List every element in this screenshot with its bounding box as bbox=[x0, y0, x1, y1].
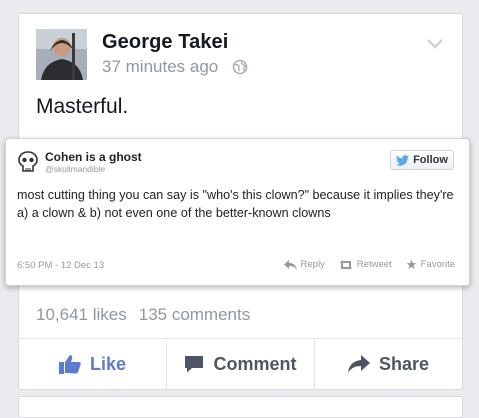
retweet-label: Retweet bbox=[356, 259, 392, 270]
share-label: Share bbox=[378, 353, 430, 374]
comment-icon bbox=[185, 356, 204, 373]
tweet-actions: Reply Retweet Favorite bbox=[270, 259, 455, 270]
post-time-row: 37 minutes ago bbox=[102, 57, 248, 77]
author-avatar[interactable] bbox=[36, 29, 87, 80]
tweet-author-name[interactable]: Cohen is a ghost bbox=[45, 150, 142, 164]
next-post-card bbox=[18, 396, 463, 418]
retweet-icon bbox=[339, 259, 352, 270]
share-arrow-icon bbox=[347, 355, 370, 373]
like-label: Like bbox=[89, 353, 127, 374]
reply-label: Reply bbox=[300, 259, 325, 270]
likes-count[interactable]: 10,641 likes bbox=[36, 305, 127, 325]
tweet-author-handle[interactable]: @skullmandible bbox=[45, 164, 105, 174]
post-stats: 10,641 likes 135 comments bbox=[36, 305, 250, 325]
favorite-label: Favorite bbox=[420, 259, 455, 270]
comment-button[interactable]: Comment bbox=[166, 339, 314, 389]
twitter-bird-icon bbox=[396, 154, 410, 166]
post-text: Masterful. bbox=[36, 95, 129, 118]
comments-count[interactable]: 135 comments bbox=[139, 305, 251, 325]
reply-icon bbox=[283, 259, 297, 270]
tweet-text: most cutting thing you can say is "who's… bbox=[17, 188, 454, 220]
embedded-tweet[interactable]: Cohen is a ghost @skullmandible Follow m… bbox=[5, 138, 470, 286]
skull-icon bbox=[17, 150, 39, 179]
tweet-date[interactable]: 6:50 PM - 12 Dec 13 bbox=[17, 260, 104, 271]
favorite-action[interactable]: Favorite bbox=[406, 259, 455, 270]
reply-action[interactable]: Reply bbox=[283, 259, 325, 270]
favorite-star-icon bbox=[406, 259, 417, 270]
chevron-down-icon[interactable] bbox=[426, 36, 444, 54]
share-button[interactable]: Share bbox=[314, 339, 462, 389]
post-card: George Takei 37 minutes ago Masterful. C… bbox=[5, 13, 470, 390]
post-time[interactable]: 37 minutes ago bbox=[102, 57, 218, 77]
comment-label: Comment bbox=[213, 353, 297, 374]
globe-icon bbox=[232, 59, 248, 75]
post-action-bar: Like Comment Share bbox=[19, 339, 462, 389]
author-name[interactable]: George Takei bbox=[102, 31, 228, 54]
retweet-action[interactable]: Retweet bbox=[339, 259, 392, 270]
like-button[interactable]: Like bbox=[19, 339, 166, 389]
thumbs-up-icon bbox=[58, 355, 81, 374]
follow-label: Follow bbox=[413, 154, 448, 166]
follow-button[interactable]: Follow bbox=[390, 150, 454, 170]
